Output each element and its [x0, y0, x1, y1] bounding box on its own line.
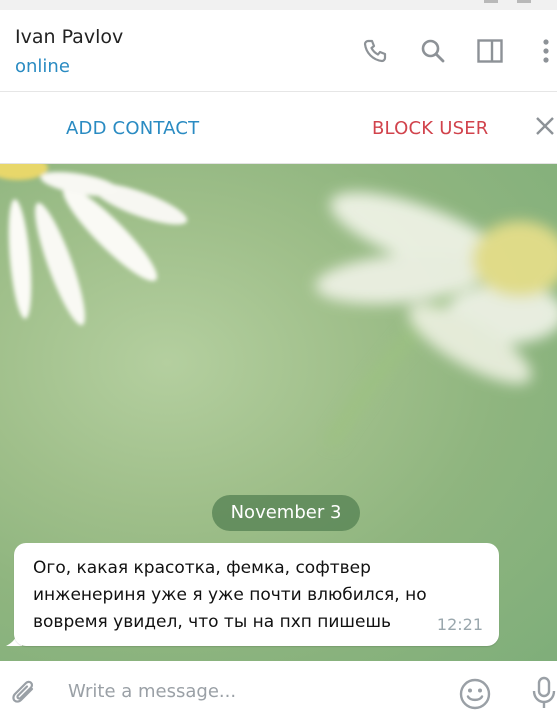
- message-input[interactable]: Write a message...: [68, 681, 236, 702]
- emoji-icon[interactable]: [458, 677, 492, 711]
- microphone-icon[interactable]: [530, 675, 557, 711]
- contact-action-bar: ADD CONTACT BLOCK USER: [0, 92, 557, 164]
- block-user-button[interactable]: BLOCK USER: [372, 118, 488, 139]
- add-contact-button[interactable]: ADD CONTACT: [66, 118, 199, 139]
- maximize-icon[interactable]: [517, 0, 531, 3]
- window-titlebar: [0, 0, 557, 10]
- contact-name[interactable]: Ivan Pavlov: [15, 26, 123, 48]
- attach-icon[interactable]: [8, 677, 40, 709]
- search-icon[interactable]: [419, 37, 447, 65]
- sidebar-toggle-icon[interactable]: [476, 37, 504, 65]
- date-separator: November 3: [212, 495, 360, 531]
- chat-area: November 3 Ого, какая красотка, фемка, с…: [0, 164, 557, 661]
- minimize-icon[interactable]: [484, 0, 498, 3]
- close-icon[interactable]: [533, 114, 557, 138]
- contact-status: online: [15, 56, 70, 77]
- chat-header: Ivan Pavlov online: [0, 10, 557, 92]
- more-vertical-icon[interactable]: [532, 37, 557, 65]
- message-composer: Write a message...: [0, 661, 557, 719]
- message-text: Ого, какая красотка, фемка, софтвер инже…: [33, 558, 427, 632]
- incoming-message-bubble[interactable]: Ого, какая красотка, фемка, софтвер инже…: [14, 543, 499, 646]
- phone-icon[interactable]: [361, 37, 389, 65]
- message-time: 12:21: [436, 615, 483, 634]
